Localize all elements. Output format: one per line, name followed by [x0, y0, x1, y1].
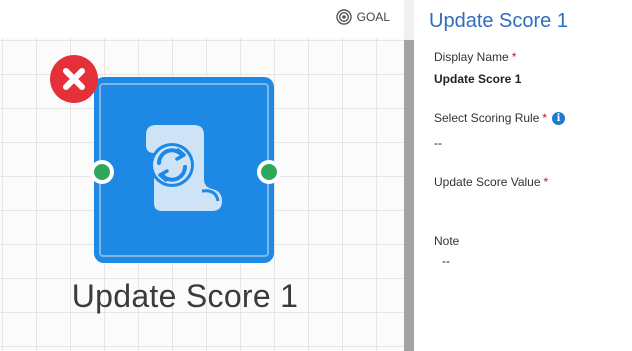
- required-mark: *: [542, 111, 548, 125]
- delete-node-button[interactable]: [50, 55, 98, 103]
- target-icon: [335, 9, 352, 25]
- note-label: Note: [434, 234, 460, 248]
- properties-panel: Update Score 1 Display Name * Update Scor…: [414, 0, 632, 351]
- node-tile[interactable]: [94, 77, 274, 263]
- input-port[interactable]: [90, 160, 114, 184]
- output-port[interactable]: [257, 160, 281, 184]
- display-name-label: Display Name *: [434, 50, 516, 64]
- canvas-toolbar: GOAL: [0, 0, 404, 38]
- info-icon[interactable]: i: [552, 112, 566, 125]
- update-score-value-field[interactable]: [434, 198, 614, 216]
- display-name-label-text: Display Name: [434, 50, 509, 64]
- scoring-rule-label: Select Scoring Rule * i: [434, 111, 566, 125]
- update-score-node[interactable]: [94, 77, 274, 263]
- score-refresh-icon: [146, 125, 222, 211]
- node-label: Update Score 1: [71, 278, 299, 314]
- close-icon: [63, 68, 85, 90]
- scoring-rule-select[interactable]: --: [434, 136, 442, 150]
- update-score-value-label: Update Score Value *: [434, 175, 548, 189]
- canvas-scrollbar[interactable]: [404, 0, 414, 351]
- panel-title: Update Score 1: [429, 10, 568, 32]
- goal-button[interactable]: GOAL: [335, 9, 390, 25]
- required-mark: *: [543, 175, 549, 189]
- scrollbar-thumb[interactable]: [404, 0, 414, 40]
- designer-canvas[interactable]: GOAL Update Score 1: [0, 0, 404, 351]
- display-name-field[interactable]: Update Score 1: [434, 72, 521, 86]
- note-field[interactable]: --: [442, 254, 450, 268]
- required-mark: *: [511, 50, 517, 64]
- update-score-value-label-text: Update Score Value: [434, 175, 541, 189]
- goal-label: GOAL: [356, 10, 390, 24]
- scoring-rule-label-text: Select Scoring Rule: [434, 111, 540, 125]
